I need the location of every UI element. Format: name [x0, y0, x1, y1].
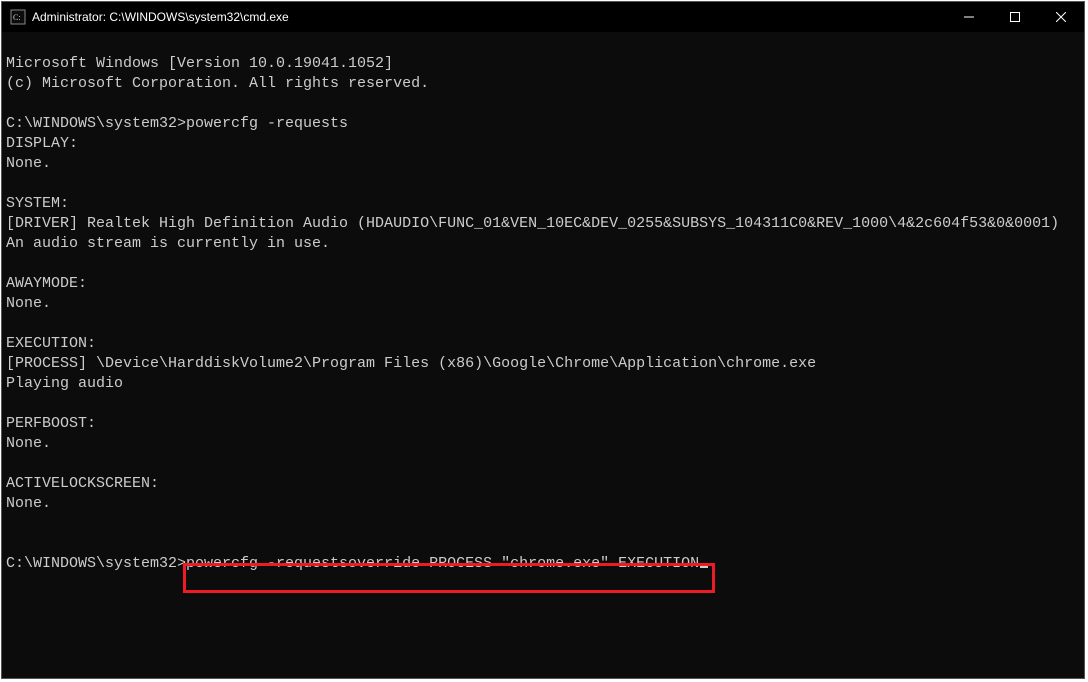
banner-line: Microsoft Windows [Version 10.0.19041.10… [6, 55, 393, 72]
prompt-path: C:\WINDOWS\system32> [6, 555, 186, 572]
section-body: None. [6, 435, 51, 452]
blank-line [6, 95, 15, 112]
section-body: Playing audio [6, 375, 123, 392]
section-body: None. [6, 495, 51, 512]
section-body: [DRIVER] Realtek High Definition Audio (… [6, 215, 1059, 232]
close-button[interactable] [1038, 2, 1084, 32]
section-body: None. [6, 295, 51, 312]
prompt-command: powercfg -requests [186, 115, 348, 132]
svg-text:C:: C: [13, 13, 21, 22]
section-header: AWAYMODE: [6, 275, 87, 292]
blank-line [6, 535, 15, 552]
cmd-icon: C: [10, 9, 26, 25]
minimize-button[interactable] [946, 2, 992, 32]
prompt-line: C:\WINDOWS\system32>powercfg -requests [6, 115, 348, 132]
blank-line [6, 515, 15, 532]
titlebar[interactable]: C: Administrator: C:\WINDOWS\system32\cm… [2, 2, 1084, 32]
section-header: ACTIVELOCKSCREEN: [6, 475, 159, 492]
maximize-button[interactable] [992, 2, 1038, 32]
blank-line [6, 175, 15, 192]
window-title: Administrator: C:\WINDOWS\system32\cmd.e… [32, 10, 289, 24]
blank-line [6, 455, 15, 472]
section-body: None. [6, 155, 51, 172]
banner-line: (c) Microsoft Corporation. All rights re… [6, 75, 429, 92]
blank-line [6, 315, 15, 332]
text-cursor [700, 565, 708, 568]
prompt-path: C:\WINDOWS\system32> [6, 115, 186, 132]
terminal-area[interactable]: Microsoft Windows [Version 10.0.19041.10… [2, 32, 1084, 678]
section-header: SYSTEM: [6, 195, 69, 212]
section-header: DISPLAY: [6, 135, 78, 152]
prompt-line: C:\WINDOWS\system32>powercfg -requestsov… [6, 555, 708, 572]
section-body: An audio stream is currently in use. [6, 235, 330, 252]
prompt-command: powercfg -requestsoverride PROCESS "chro… [186, 555, 699, 572]
section-header: PERFBOOST: [6, 415, 96, 432]
blank-line [6, 255, 15, 272]
cmd-window: C: Administrator: C:\WINDOWS\system32\cm… [1, 1, 1085, 679]
blank-line [6, 395, 15, 412]
section-header: EXECUTION: [6, 335, 96, 352]
section-body: [PROCESS] \Device\HarddiskVolume2\Progra… [6, 355, 816, 372]
